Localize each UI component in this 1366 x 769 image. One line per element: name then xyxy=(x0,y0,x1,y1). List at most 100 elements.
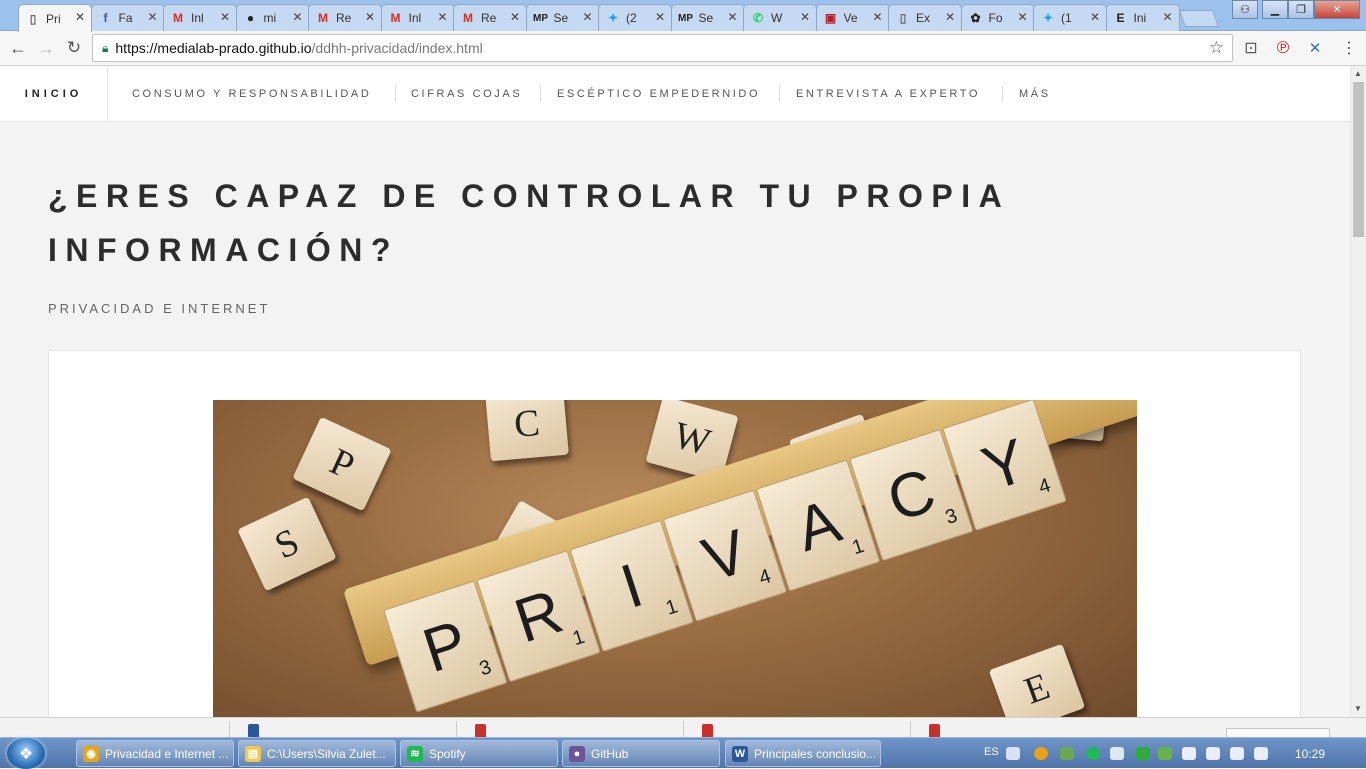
tab-close-icon[interactable]: ✕ xyxy=(1162,10,1172,24)
tab-close-icon[interactable]: ✕ xyxy=(147,10,157,24)
language-indicator[interactable]: ES xyxy=(984,746,999,758)
tile-value: 1 xyxy=(849,534,867,560)
signal-icon[interactable] xyxy=(1230,747,1244,760)
nav-mas-link[interactable]: MÁS xyxy=(1019,88,1051,100)
taskbar-app-button[interactable]: ● GitHub xyxy=(562,740,720,767)
tab-close-icon[interactable]: ✕ xyxy=(437,10,447,24)
security-icon[interactable] xyxy=(1060,747,1074,760)
forward-icon[interactable]: → xyxy=(35,37,57,59)
taskbar-app-button[interactable]: ≋ Spotify xyxy=(400,740,558,767)
tile-letter: C xyxy=(879,455,944,535)
gmail-icon: M xyxy=(390,11,401,25)
browser-tab[interactable]: ● mi ✕ xyxy=(235,4,310,31)
tab-close-icon[interactable]: ✕ xyxy=(75,10,85,24)
tab-close-icon[interactable]: ✕ xyxy=(655,10,665,24)
lock-icon: 🔒︎ xyxy=(102,40,109,55)
nav-esceptico-link[interactable]: ESCÉPTICO EMPEDERNIDO xyxy=(557,88,760,100)
browser-tab[interactable]: M Inl ✕ xyxy=(163,4,237,31)
tab-close-icon[interactable]: ✕ xyxy=(220,10,230,24)
page-scrollbar[interactable]: ▲ ▼ xyxy=(1350,66,1366,717)
download-item[interactable] xyxy=(10,721,259,738)
browser-tab[interactable]: MP Se ✕ xyxy=(525,4,600,31)
browser-tab[interactable]: ▣ Ve ✕ xyxy=(815,4,890,31)
tab-close-icon[interactable]: ✕ xyxy=(945,10,955,24)
tab-title: Fo xyxy=(988,11,1003,25)
maximize-button[interactable]: ❐ xyxy=(1288,0,1314,19)
tile-letter: P xyxy=(415,607,476,686)
minimize-button[interactable]: ▁ xyxy=(1262,0,1288,19)
browser-tab[interactable]: f Fa ✕ xyxy=(90,4,165,31)
flag-icon[interactable] xyxy=(1182,747,1196,760)
nav-home-link[interactable]: INICIO xyxy=(0,66,108,122)
taskbar-app-label: Spotify xyxy=(429,746,466,761)
browser-tab[interactable]: ▯ Pri ✕ xyxy=(18,4,92,32)
check-tray-icon[interactable] xyxy=(1136,747,1150,760)
tile-value: 4 xyxy=(756,565,774,590)
browser-tab[interactable]: M Re ✕ xyxy=(453,4,527,31)
browser-tab[interactable]: ✆ W ✕ xyxy=(743,4,817,31)
tab-close-icon[interactable]: ✕ xyxy=(800,10,810,24)
tile-letter: Y xyxy=(974,425,1035,505)
keyboard-icon[interactable] xyxy=(1006,747,1020,760)
browser-tab[interactable]: ▯ Ex ✕ xyxy=(888,4,962,31)
speaker-icon[interactable] xyxy=(1254,747,1268,760)
nav-separator xyxy=(1002,86,1003,102)
tab-close-icon[interactable]: ✕ xyxy=(727,10,737,24)
tab-close-icon[interactable]: ✕ xyxy=(1017,10,1027,24)
scrollbar-thumb[interactable] xyxy=(1353,82,1364,237)
tab-close-icon[interactable]: ✕ xyxy=(1090,10,1100,24)
page-title: ¿ERES CAPAZ DE CONTROLAR TU PROPIA INFOR… xyxy=(48,169,1048,277)
clock[interactable]: 10:29 xyxy=(1295,747,1325,761)
tab-close-icon[interactable]: ✕ xyxy=(872,10,882,24)
twitter-icon: ✦ xyxy=(607,11,619,25)
volume-tray-icon[interactable] xyxy=(1110,747,1124,760)
profile-icon[interactable]: ⚇ xyxy=(1232,0,1258,19)
privacy-scrabble-image: P C W P S E E P P3 R1 I1 V4 A1 C3 Y4 xyxy=(213,400,1137,717)
tab-title: Pri xyxy=(46,11,61,26)
menu-icon[interactable]: ⋮ xyxy=(1338,37,1360,59)
back-icon[interactable]: ← xyxy=(7,37,29,59)
sync-tray-icon[interactable] xyxy=(1158,747,1172,760)
tab-close-icon[interactable]: ✕ xyxy=(292,10,302,24)
browser-tab[interactable]: ✿ Fo ✕ xyxy=(960,4,1035,31)
network-icon[interactable] xyxy=(1206,747,1220,760)
tab-title: Fa xyxy=(118,11,133,25)
scroll-down-icon[interactable]: ▼ xyxy=(1354,704,1362,713)
scroll-up-icon[interactable]: ▲ xyxy=(1354,69,1362,78)
folder-icon: ▤ xyxy=(245,745,261,762)
spotify-icon: ≋ xyxy=(407,745,423,762)
taskbar-app-button[interactable]: ▤ C:\Users\Silvia Zulet... xyxy=(238,740,396,767)
browser-tab[interactable]: E Ini ✕ xyxy=(1105,4,1180,31)
browser-tab[interactable]: ✦ (2 ✕ xyxy=(598,4,672,31)
nav-consumo-link[interactable]: CONSUMO Y RESPONSABILIDAD xyxy=(132,88,371,100)
tab-close-icon[interactable]: ✕ xyxy=(582,10,592,24)
download-item[interactable] xyxy=(691,721,940,738)
tab-close-icon[interactable]: ✕ xyxy=(365,10,375,24)
pinterest-icon[interactable]: ℗ xyxy=(1272,37,1294,59)
extension-icon[interactable]: ✕ xyxy=(1304,37,1326,59)
browser-tab[interactable]: M Inl ✕ xyxy=(380,4,455,31)
reload-icon[interactable]: ↻ xyxy=(63,37,85,59)
download-item[interactable] xyxy=(237,721,486,738)
tab-close-icon[interactable]: ✕ xyxy=(510,10,520,24)
tab-title: Re xyxy=(481,11,497,25)
browser-tab[interactable]: MP Se ✕ xyxy=(670,4,745,31)
new-tab-button[interactable] xyxy=(1178,10,1220,27)
bookmark-star-icon[interactable]: ☆ xyxy=(1209,38,1224,58)
taskbar-app-button[interactable]: W Principales conclusio... xyxy=(725,740,881,767)
cast-icon[interactable]: ⊡ xyxy=(1240,37,1262,59)
taskbar-app-button[interactable]: ◉ Privacidad e Internet ... xyxy=(76,740,234,767)
nav-entrevista-link[interactable]: ENTREVISTA A EXPERTO xyxy=(796,88,980,100)
address-bar[interactable]: 🔒︎ https://medialab-prado.github.io/ddhh… xyxy=(92,34,1233,62)
browser-toolbar: ← → ↻ 🔒︎ https://medialab-prado.github.i… xyxy=(0,31,1366,66)
tile-value: 3 xyxy=(476,656,495,681)
chrome-tray-icon[interactable] xyxy=(1034,747,1048,760)
download-item[interactable] xyxy=(464,721,713,738)
close-window-button[interactable]: ✕ xyxy=(1314,0,1360,19)
browser-tab[interactable]: ✦ (1 ✕ xyxy=(1033,4,1107,31)
spotify-tray-icon[interactable] xyxy=(1086,747,1100,760)
nav-cifras-link[interactable]: CIFRAS COJAS xyxy=(411,88,522,100)
browser-tab[interactable]: M Re ✕ xyxy=(308,4,382,31)
start-button[interactable]: ❖ xyxy=(7,738,45,769)
site-navigation: INICIO CONSUMO Y RESPONSABILIDAD CIFRAS … xyxy=(0,66,1350,122)
